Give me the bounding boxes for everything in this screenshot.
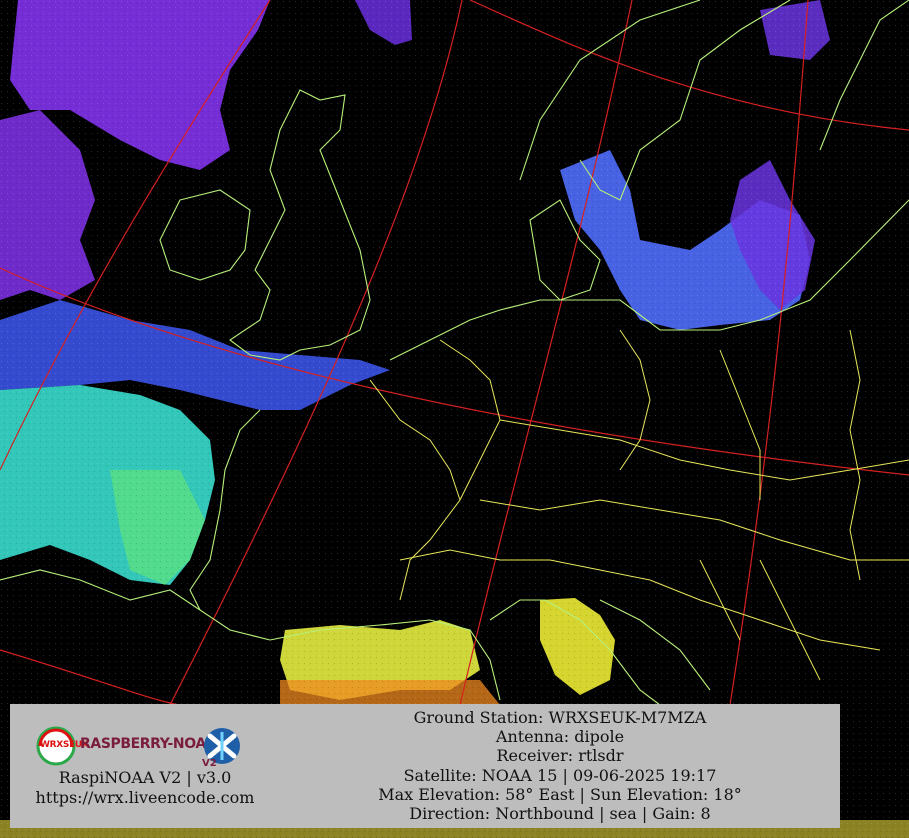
antenna: Antenna: dipole xyxy=(495,727,625,747)
logo-row: WRXSEUK RASPBERRY-NOAA V2 xyxy=(36,724,246,772)
elevation-info: Max Elevation: 58° East | Sun Elevation:… xyxy=(378,784,742,804)
satellite-pass: Satellite: NOAA 15 | 09-06-2025 19:17 xyxy=(403,765,717,785)
brand-info: RaspiNOAA V2 | v3.0 https://wrx.liveenco… xyxy=(20,768,270,808)
ground-station: Ground Station: WRXSEUK-M7MZA xyxy=(413,708,707,727)
raspberry-noaa-logo-text: RASPBERRY-NOAA xyxy=(80,736,217,752)
station-info: Ground Station: WRXSEUK-M7MZA Antenna: d… xyxy=(310,708,810,823)
website-url: https://wrx.liveencode.com xyxy=(35,788,255,807)
raspberry-noaa-v2-logo: V2 xyxy=(202,728,240,768)
info-panel: WRXSEUK RASPBERRY-NOAA V2 RaspiNOAA V2 |… xyxy=(10,704,840,828)
direction-info: Direction: Northbound | sea | Gain: 8 xyxy=(409,804,711,824)
product-version: RaspiNOAA V2 | v3.0 xyxy=(58,768,232,787)
receiver: Receiver: rtlsdr xyxy=(496,746,624,766)
satellite-image: WRXSEUK RASPBERRY-NOAA V2 RaspiNOAA V2 |… xyxy=(0,0,909,838)
svg-text:V2: V2 xyxy=(202,758,217,768)
